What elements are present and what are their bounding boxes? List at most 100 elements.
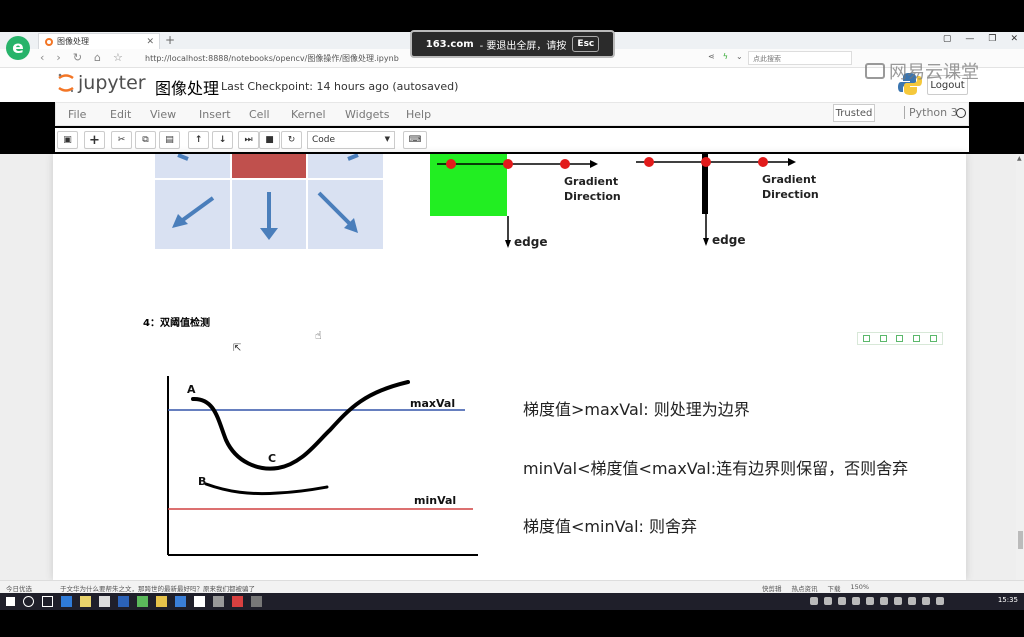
status-zoom[interactable]: 150% [851,583,870,593]
move-up-button[interactable]: ↑ [188,131,209,149]
browser-tab[interactable]: 图像处理 ✕ [38,33,160,49]
navigation-buttons: ‹ › ↻ ⌂ ☆ [40,51,123,64]
curve-a-to-c [191,380,410,471]
window-restore-button[interactable]: ❐ [988,34,996,44]
search-icon[interactable] [23,596,34,607]
scrollbar-thumb[interactable] [1018,531,1023,549]
task-view-icon[interactable] [42,596,53,607]
dropdown-chevron-icon[interactable]: ⌄ [736,52,743,61]
tray-icon[interactable] [810,597,818,605]
rule-above-max: 梯度值>maxVal: 则处理为边界 [523,400,750,419]
pixel-point [446,159,456,169]
browser-statusbar: 今日优选 于文华为什么要帮朱之文，那跨世的最新最好吗？原来我们都被骗了 快剪辑 … [0,580,1024,593]
page-scrollbar[interactable] [1016,154,1024,580]
status-quick-edit[interactable]: 快剪辑 [762,583,782,593]
insert-cell-button[interactable]: + [84,131,105,149]
menu-kernel[interactable]: Kernel [291,108,326,121]
tray-icon[interactable] [852,597,860,605]
tab-close-icon[interactable]: ✕ [146,37,154,47]
scroll-up-arrow-icon[interactable]: ▲ [1017,155,1022,162]
menu-help[interactable]: Help [406,108,431,121]
move-down-button[interactable]: ↓ [212,131,233,149]
add-cell-icon: + [89,132,100,148]
cell-tool-icon[interactable] [913,335,921,342]
interrupt-button[interactable]: ■ [259,131,280,149]
graph-label-a: A [187,383,196,396]
command-palette-button[interactable]: ⌨ [403,131,427,149]
browser-360-icon[interactable] [137,596,148,607]
copy-button[interactable]: ⧉ [135,131,156,149]
file-explorer-icon[interactable] [80,596,91,607]
status-hot-news[interactable]: 热点资讯 [792,583,818,593]
keyboard-icon: ⌨ [408,135,422,145]
favorite-star-icon[interactable]: ☆ [113,51,123,64]
tray-icon[interactable] [866,597,874,605]
app-icon[interactable] [213,596,224,607]
menu-file[interactable]: File [68,108,86,121]
save-button[interactable]: ▣ [57,131,78,149]
run-icon: ⏭ [244,135,253,145]
share-icon[interactable]: ⋖ [708,52,715,61]
cell-type-value: Code [312,135,336,145]
menu-cell[interactable]: Cell [249,108,270,121]
status-today-picks[interactable]: 今日优选 [6,583,32,593]
status-news-ticker[interactable]: 于文华为什么要帮朱之文，那跨世的最新最好吗？原来我们都被骗了 [60,583,255,593]
menu-view[interactable]: View [150,108,176,121]
folder-icon[interactable] [156,596,167,607]
gradient-direction-label-1: Gradient Direction [564,175,621,203]
restart-button[interactable]: ↻ [281,131,302,149]
paste-button[interactable]: ▤ [159,131,180,149]
tray-icon[interactable] [894,597,902,605]
restart-icon: ↻ [287,135,296,145]
cell-tool-icon[interactable] [930,335,938,342]
tray-icon[interactable] [936,597,944,605]
run-button[interactable]: ⏭ [238,131,259,149]
cell-tool-icon[interactable] [862,335,870,342]
rule-between: minVal<梯度值<maxVal:连有边界则保留，否则舍弃 [523,459,909,478]
url-input[interactable]: http://localhost:8888/notebooks/opencv/图… [145,53,399,64]
window-minimize-button[interactable]: — [965,34,974,44]
tray-icon[interactable] [880,597,888,605]
browser-logo-icon[interactable]: e [6,36,30,60]
new-tab-button[interactable]: + [165,33,175,47]
ie-browser-icon[interactable] [61,596,72,607]
window-close-button[interactable]: ✕ [1010,34,1018,44]
select-caret-icon: ▼ [384,135,390,143]
cell-tool-icon[interactable] [879,335,887,342]
notebook-title[interactable]: 图像处理 [155,75,219,99]
tray-icon[interactable] [922,597,930,605]
cell-tool-icon[interactable] [896,335,904,342]
app-icon[interactable] [118,596,129,607]
app-icon[interactable] [175,596,186,607]
menu-widgets[interactable]: Widgets [345,108,389,121]
pixel-point [503,159,513,169]
window-pin-button[interactable]: ▢ [943,34,952,44]
app-icon[interactable] [194,596,205,607]
app-icon[interactable] [232,596,243,607]
jupyter-logo[interactable]: jupyter [57,72,146,94]
refresh-icon[interactable]: ↻ [73,51,82,64]
status-download[interactable]: 下载 [828,583,841,593]
mail-icon[interactable] [99,596,110,607]
copy-icon: ⧉ [142,135,149,145]
menu-edit[interactable]: Edit [110,108,131,121]
trusted-indicator[interactable]: Trusted [833,104,875,122]
window-controls: ▢ — ❐ ✕ [943,34,1018,44]
forward-icon[interactable]: › [56,51,60,64]
cell-type-select[interactable]: Code ▼ [307,131,395,149]
graph-label-c: C [268,452,277,465]
menu-insert[interactable]: Insert [199,108,231,121]
tab-title: 图像处理 [57,37,89,46]
tray-icon[interactable] [838,597,846,605]
lightning-icon[interactable]: ϟ [723,52,728,61]
tray-icon[interactable] [908,597,916,605]
tray-icon[interactable] [824,597,832,605]
browser-search-input[interactable]: 点此搜索 [748,51,852,65]
start-menu-icon[interactable] [6,597,15,606]
cut-button[interactable]: ✂ [111,131,132,149]
app-icon[interactable] [251,596,262,607]
watermark-text: 网易云课堂 [889,62,979,83]
taskbar-clock[interactable]: 15:35 [998,596,1018,604]
home-icon[interactable]: ⌂ [94,51,101,64]
back-icon[interactable]: ‹ [40,51,44,64]
